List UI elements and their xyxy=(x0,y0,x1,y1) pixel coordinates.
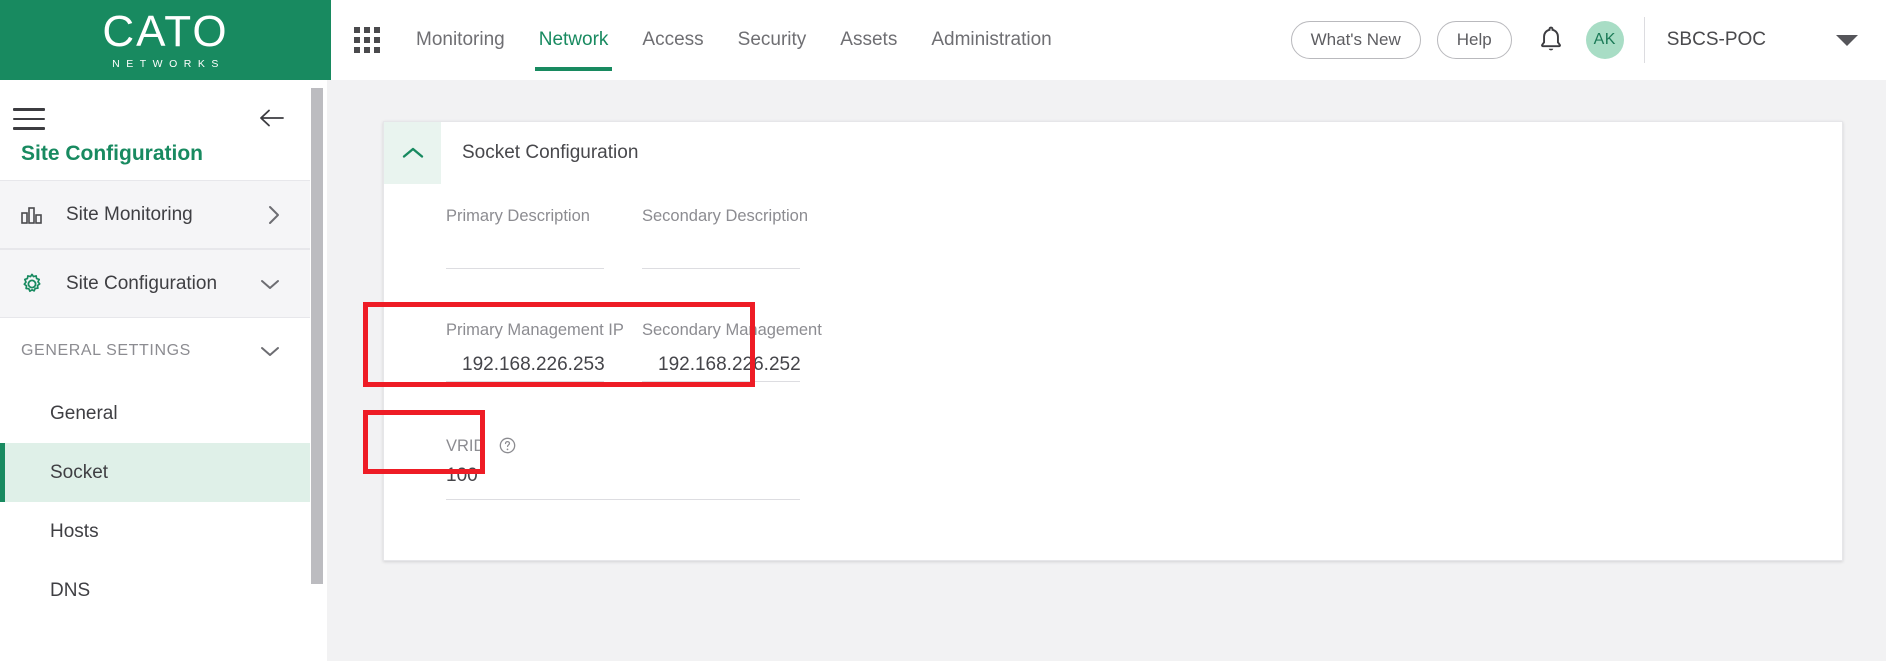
top-nav-items: Monitoring Network Access Security Asset… xyxy=(399,0,1069,80)
sidebar-item-label: DNS xyxy=(50,579,91,601)
logo-subtext: NETWORKS xyxy=(112,58,225,71)
primary-description-input[interactable] xyxy=(446,226,604,269)
nav-tab-access[interactable]: Access xyxy=(625,0,720,80)
vrid-label: VRID xyxy=(446,437,800,456)
secondary-description-field[interactable]: Secondary Description xyxy=(642,207,808,269)
chevron-down-icon xyxy=(261,279,279,289)
secondary-management-ip-field[interactable]: Secondary Management 192.168.226.252 xyxy=(642,321,822,382)
secondary-description-input[interactable] xyxy=(642,226,800,269)
sidebar-item-site-monitoring[interactable]: Site Monitoring xyxy=(0,180,315,249)
top-bar-divider xyxy=(1643,17,1645,63)
vrid-label-text: VRID xyxy=(446,437,486,455)
primary-description-field[interactable]: Primary Description xyxy=(446,207,604,269)
socket-configuration-card: Socket Configuration Primary Description… xyxy=(383,121,1843,561)
help-button[interactable]: Help xyxy=(1436,20,1512,60)
sidebar-item-hosts[interactable]: Hosts xyxy=(0,502,315,561)
sidebar-item-socket[interactable]: Socket xyxy=(0,443,315,502)
sidebar: Site Configuration Site Monitoring Site … xyxy=(0,80,316,661)
primary-management-ip-field[interactable]: Primary Management IP 192.168.226.253 xyxy=(446,321,624,382)
card-title: Socket Configuration xyxy=(462,142,639,163)
chevron-down-icon xyxy=(261,347,279,356)
primary-description-label: Primary Description xyxy=(446,207,590,225)
secondary-description-label: Secondary Description xyxy=(642,207,808,225)
sidebar-item-label: Hosts xyxy=(50,520,99,542)
primary-management-ip-value: 192.168.226.253 xyxy=(462,353,605,375)
secondary-management-ip-value: 192.168.226.252 xyxy=(658,353,801,375)
sidebar-item-label: Site Monitoring xyxy=(66,203,193,225)
grid-apps-icon[interactable] xyxy=(354,27,380,53)
sidebar-item-general[interactable]: General xyxy=(0,384,315,443)
bell-icon[interactable] xyxy=(1534,23,1568,57)
nav-tab-assets[interactable]: Assets xyxy=(823,0,914,80)
main-content: Socket Configuration Primary Description… xyxy=(327,80,1886,661)
hamburger-menu-icon[interactable] xyxy=(13,108,45,130)
nav-tab-security[interactable]: Security xyxy=(721,0,824,80)
secondary-management-ip-input[interactable]: 192.168.226.252 xyxy=(642,340,801,382)
vrid-input[interactable]: 100 xyxy=(446,456,800,500)
sidebar-item-label: Site Configuration xyxy=(66,272,218,294)
nav-tab-administration[interactable]: Administration xyxy=(914,0,1068,80)
chevron-right-icon xyxy=(269,205,279,224)
chevron-up-icon xyxy=(402,147,423,158)
top-bar: CATO NETWORKS Monitoring Network Access … xyxy=(0,0,1886,80)
primary-management-ip-label: Primary Management IP xyxy=(446,321,624,339)
account-selector-label[interactable]: SBCS-POC xyxy=(1667,29,1766,51)
arrow-left-icon[interactable] xyxy=(257,106,287,130)
card-header: Socket Configuration xyxy=(384,122,1842,184)
top-bar-right-cluster: What's New Help AK SBCS-POC xyxy=(1290,0,1886,80)
nav-tab-monitoring[interactable]: Monitoring xyxy=(399,0,522,80)
bar-chart-icon xyxy=(20,202,50,228)
collapse-section-button[interactable] xyxy=(384,122,441,184)
sidebar-item-site-configuration[interactable]: Site Configuration xyxy=(0,249,315,318)
top-navigation: Monitoring Network Access Security Asset… xyxy=(331,0,1886,80)
sidebar-title: Site Configuration xyxy=(21,142,203,165)
caret-down-icon[interactable] xyxy=(1836,34,1858,46)
sidebar-scrollbar-thumb[interactable] xyxy=(311,88,323,584)
cato-networks-logo[interactable]: CATO NETWORKS xyxy=(0,0,331,80)
sidebar-item-label: General xyxy=(50,402,118,424)
sidebar-item-dns[interactable]: DNS xyxy=(0,561,315,620)
whats-new-button[interactable]: What's New xyxy=(1290,20,1421,60)
sidebar-section-label: GENERAL SETTINGS xyxy=(21,342,191,359)
vrid-field[interactable]: VRID 100 xyxy=(446,437,800,500)
sidebar-header: Site Configuration xyxy=(0,80,315,180)
nav-tab-network[interactable]: Network xyxy=(522,0,626,80)
primary-management-ip-input[interactable]: 192.168.226.253 xyxy=(446,340,605,382)
help-circle-icon[interactable] xyxy=(499,437,516,454)
application-window: CATO NETWORKS Monitoring Network Access … xyxy=(0,0,1886,661)
user-avatar[interactable]: AK xyxy=(1585,21,1624,59)
logo-wordmark: CATO xyxy=(102,7,229,57)
sidebar-section-general-settings[interactable]: GENERAL SETTINGS xyxy=(0,318,315,384)
sidebar-item-label: Socket xyxy=(50,461,109,483)
secondary-management-ip-label: Secondary Management xyxy=(642,321,822,339)
gear-icon xyxy=(20,271,50,297)
vrid-value: 100 xyxy=(446,465,478,486)
